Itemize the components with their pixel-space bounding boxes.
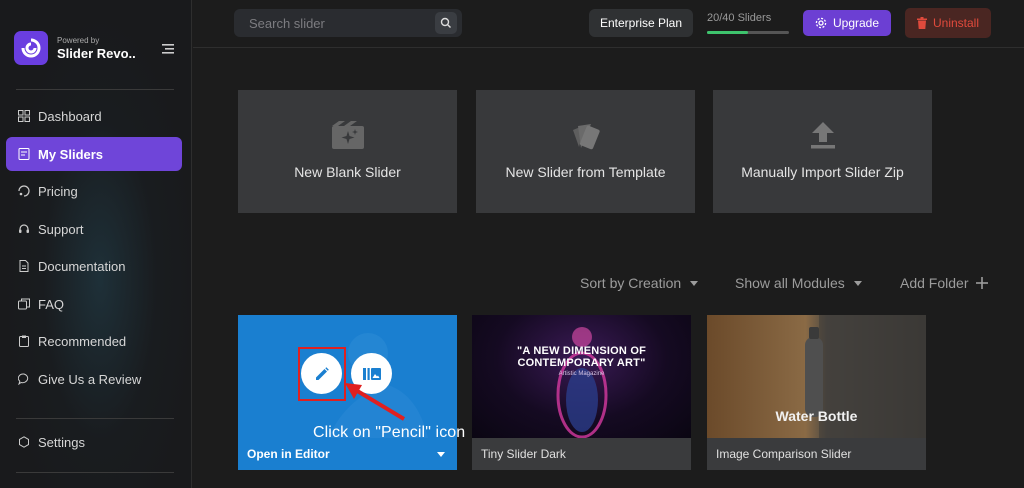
document-icon — [18, 260, 30, 272]
slider-count: 20/40 Sliders — [707, 12, 772, 24]
create-label: Manually Import Slider Zip — [741, 164, 904, 180]
slider-revolution-logo-icon — [14, 31, 48, 65]
sidebar-item-my-sliders[interactable]: My Sliders — [6, 137, 182, 171]
create-label: New Blank Slider — [294, 164, 401, 180]
chat-icon — [18, 373, 30, 385]
upgrade-button[interactable]: Upgrade — [803, 10, 891, 36]
sidebar-item-documentation[interactable]: Documentation — [6, 249, 182, 283]
pencil-highlight-box — [298, 347, 346, 401]
open-in-editor-footer[interactable]: Open in Editor — [238, 438, 457, 470]
sidebar-item-label: My Sliders — [38, 146, 104, 162]
gear-icon — [18, 436, 30, 448]
red-arrow-icon — [345, 383, 406, 421]
manually-import-slider-zip-card[interactable]: Manually Import Slider Zip — [713, 90, 932, 213]
card-footer-label: Open in Editor — [247, 447, 330, 461]
top-bar: Enterprise Plan 20/40 Sliders Upgrade Un… — [193, 0, 1024, 48]
new-blank-slider-card[interactable]: New Blank Slider — [238, 90, 457, 213]
create-label: New Slider from Template — [505, 164, 666, 180]
sidebar-item-faq[interactable]: FAQ — [6, 287, 182, 321]
sidebar-item-label: Give Us a Review — [38, 371, 142, 387]
slider-card[interactable]: Water Bottle Image Comparison Slider — [707, 315, 926, 470]
add-folder-button[interactable]: Add Folder — [900, 275, 989, 291]
sidebar-item-give-us-a-review[interactable]: Give Us a Review — [6, 362, 182, 396]
trash-icon — [916, 17, 927, 29]
sidebar-item-recommended[interactable]: Recommended — [6, 324, 182, 358]
upgrade-label: Upgrade — [832, 16, 880, 30]
card-footer[interactable]: Image Comparison Slider — [707, 438, 926, 470]
plan-badge[interactable]: Enterprise Plan — [589, 9, 693, 37]
sort-dropdown[interactable]: Sort by Creation — [580, 275, 699, 291]
thumbnail-headline: "A NEW DIMENSION OF — [517, 345, 646, 357]
slider-thumbnail: "A NEW DIMENSION OF CONTEMPORARY ART" Ar… — [472, 315, 691, 438]
swatches-icon — [476, 120, 695, 150]
sidebar-divider — [16, 418, 174, 419]
sidebar: Powered by Slider Revo.. Dashboard My Sl… — [0, 0, 192, 488]
faq-icon — [18, 298, 30, 310]
headset-icon — [18, 223, 30, 235]
slider-thumbnail: Water Bottle — [707, 315, 926, 438]
sliders-icon — [18, 148, 30, 160]
thumbnail-overlay-text: Water Bottle — [775, 408, 858, 424]
add-folder-label: Add Folder — [900, 275, 969, 291]
menu-collapse-icon[interactable] — [159, 42, 175, 56]
sidebar-divider — [16, 472, 174, 473]
modules-dropdown[interactable]: Show all Modules — [735, 275, 862, 291]
sidebar-divider — [16, 89, 174, 90]
brand[interactable]: Powered by Slider Revo.. — [14, 31, 136, 65]
sidebar-item-label: Settings — [38, 434, 85, 450]
search-icon[interactable] — [435, 12, 457, 34]
instruction-callout: Click on "Pencil" icon — [313, 424, 466, 441]
uninstall-label: Uninstall — [932, 16, 980, 30]
clipboard-icon — [18, 335, 30, 347]
chevron-down-icon — [853, 280, 862, 286]
film-sparkle-icon — [238, 120, 457, 150]
brand-name: Slider Revo.. — [57, 45, 136, 61]
powered-by-label: Powered by — [57, 35, 100, 45]
chevron-down-icon[interactable] — [437, 452, 445, 457]
sidebar-item-label: Recommended — [38, 333, 127, 349]
plus-icon — [976, 277, 989, 289]
thumbnail-headline: CONTEMPORARY ART" — [517, 357, 646, 369]
sidebar-item-label: FAQ — [38, 296, 65, 312]
slider-card[interactable]: "A NEW DIMENSION OF CONTEMPORARY ART" Ar… — [472, 315, 691, 470]
gear-icon — [815, 17, 827, 29]
thumbnail-subtitle: Artistic Magazine — [558, 371, 605, 377]
search-input[interactable] — [234, 9, 462, 37]
sidebar-item-label: Documentation — [38, 258, 126, 274]
sort-label: Sort by Creation — [580, 275, 682, 291]
modules-label: Show all Modules — [735, 275, 845, 291]
sidebar-item-settings[interactable]: Settings — [6, 425, 182, 459]
sidebar-item-dashboard[interactable]: Dashboard — [6, 99, 182, 133]
chevron-down-icon — [690, 280, 699, 286]
sidebar-item-label: Support — [38, 221, 84, 237]
grid-icon — [18, 110, 30, 122]
sidebar-item-support[interactable]: Support — [6, 212, 182, 246]
sidebar-item-label: Pricing — [38, 183, 78, 199]
slider-usage-bar — [707, 31, 789, 34]
card-footer-label: Tiny Slider Dark — [481, 447, 566, 461]
card-footer-label: Image Comparison Slider — [716, 447, 852, 461]
card-footer[interactable]: Tiny Slider Dark — [472, 438, 691, 470]
upload-icon — [713, 120, 932, 150]
tag-icon — [18, 185, 30, 197]
new-slider-from-template-card[interactable]: New Slider from Template — [476, 90, 695, 213]
sidebar-item-label: Dashboard — [38, 108, 102, 124]
slider-usage-fill — [707, 31, 748, 34]
uninstall-button[interactable]: Uninstall — [905, 8, 991, 38]
sidebar-item-pricing[interactable]: Pricing — [6, 174, 182, 208]
